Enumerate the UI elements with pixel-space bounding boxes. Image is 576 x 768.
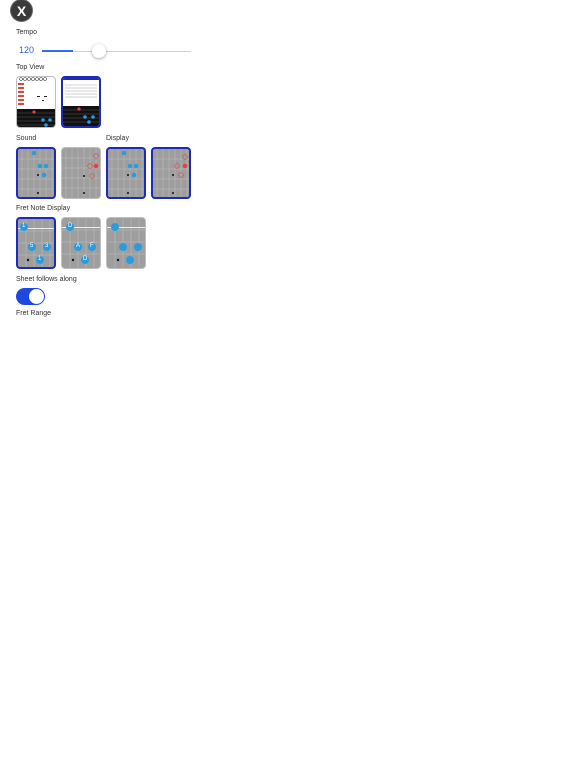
note-label: 1 [22,223,26,229]
note-label: 5 [30,243,34,249]
fret-note-option-numbers[interactable]: 1 5 3 1 [16,217,56,269]
display-option-2[interactable] [151,147,191,199]
sheet-follows-toggle[interactable] [16,288,45,305]
close-button[interactable]: X [11,0,32,21]
fret-note-option-dots[interactable] [106,217,146,269]
sheet-follows-label: Sheet follows along [16,276,77,283]
fret-note-option-letters[interactable]: D A F D [61,217,101,269]
tempo-label: Tempo [16,29,38,36]
sound-option-2[interactable] [61,147,101,199]
display-label: Display [106,135,129,142]
note-label: A [76,243,81,249]
top-view-2-preview [63,78,99,126]
top-view-option-2[interactable] [61,76,101,128]
top-view-label: Top View [16,64,45,71]
close-icon: X [16,2,27,19]
toggle-knob [29,289,44,304]
tempo-value: 120 [19,45,35,55]
sound-option-1[interactable] [16,147,56,199]
top-view-1-preview [17,77,55,127]
display-option-1[interactable] [106,147,146,199]
note-label: D [68,223,73,229]
note-label: F [90,243,94,249]
tempo-slider[interactable] [42,44,192,58]
note-label: 1 [38,256,42,262]
note-label: 3 [45,243,49,249]
note-label: D [83,256,88,262]
fret-range-label: Fret Range [16,310,52,317]
top-view-option-1[interactable] [16,76,56,128]
sound-label: Sound [16,135,37,142]
fret-note-display-label: Fret Note Display [16,205,71,212]
tempo-slider-thumb[interactable] [92,44,106,58]
